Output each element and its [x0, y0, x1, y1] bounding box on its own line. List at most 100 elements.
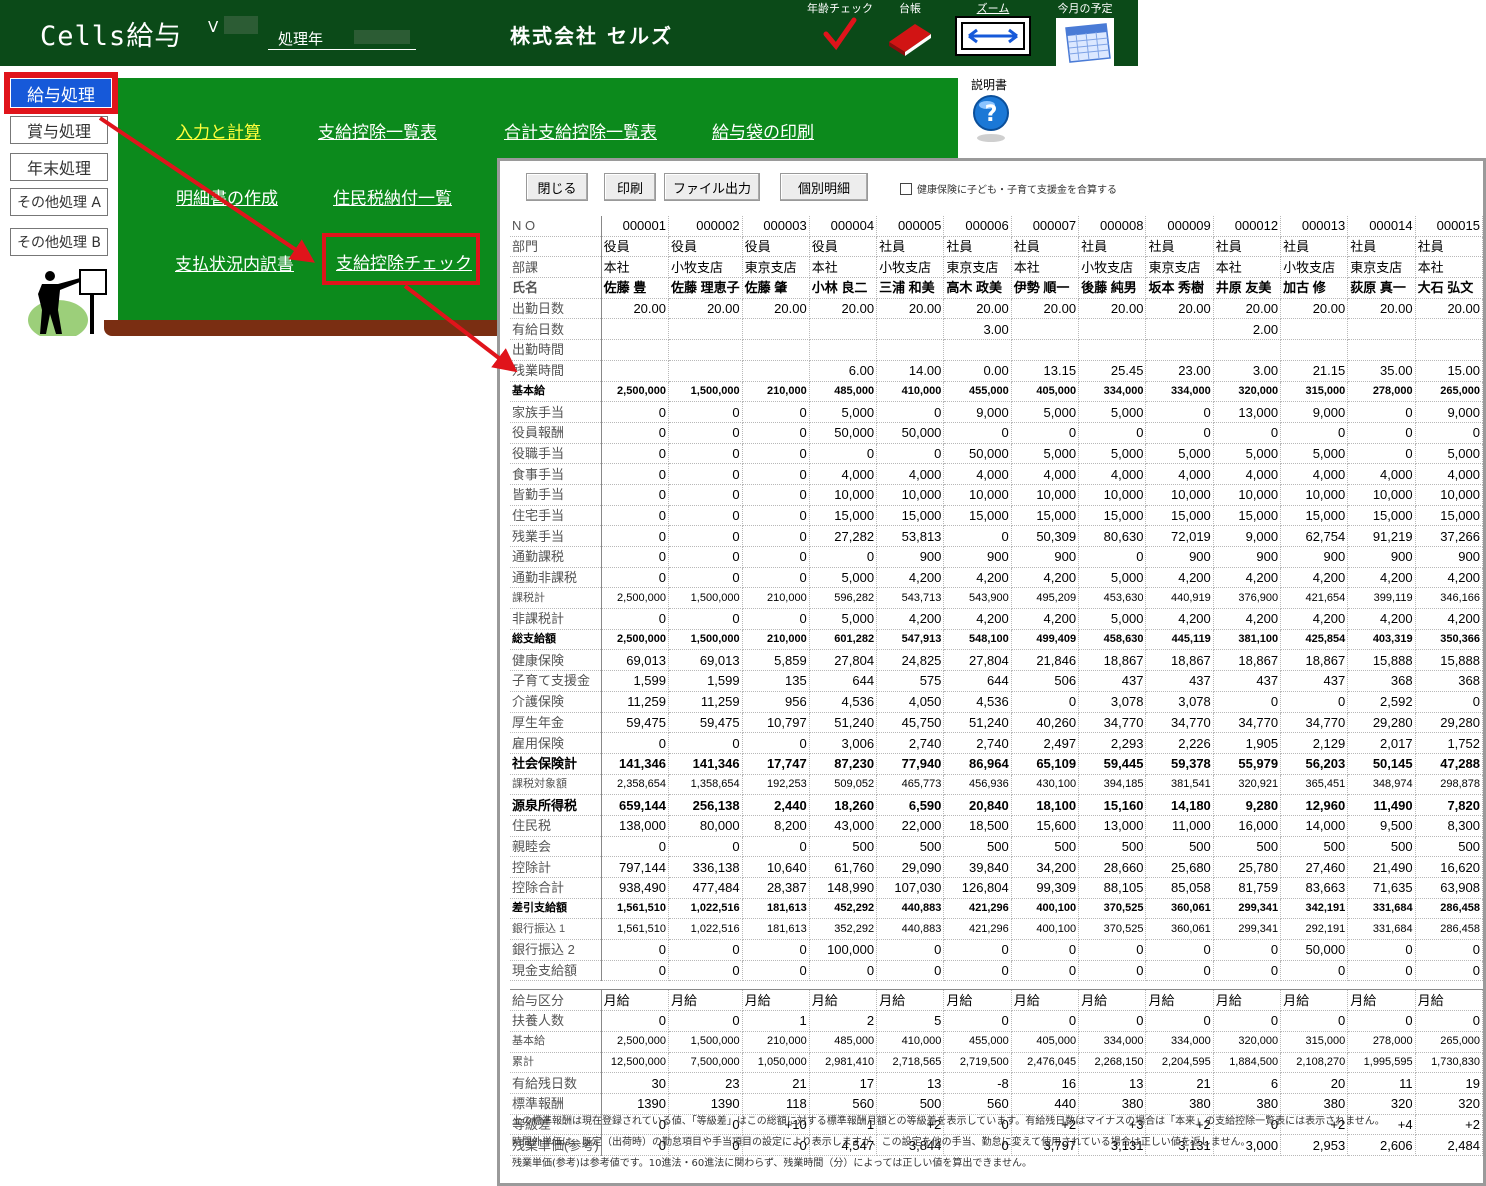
table-cell: 900 [876, 546, 945, 568]
print-button[interactable]: 印刷 [604, 173, 656, 201]
table-cell: 荻原 真一 [1347, 277, 1416, 299]
link-statement-create[interactable]: 明細書の作成 [176, 184, 278, 209]
table-cell: 0 [668, 960, 743, 982]
table-cell: 4,000 [1011, 463, 1080, 485]
table-cell: 405,000 [1011, 381, 1080, 403]
health-insurance-checkbox[interactable]: 健康保険に子ども・子育て支援金を合算する [900, 181, 1117, 196]
table-cell: 1,022,516 [668, 898, 743, 920]
table-cell: 135 [742, 670, 810, 692]
menu-other-a[interactable]: その他処理 A [10, 188, 108, 216]
menu-payroll[interactable]: 給与処理 [4, 72, 118, 114]
link-payment-check[interactable]: 支給控除チェック [336, 249, 472, 274]
table-cell: 0 [668, 401, 743, 423]
row-label: 家族手当 [510, 401, 602, 423]
table-cell: 12,500,000 [601, 1052, 669, 1074]
table-cell: 0 [1347, 960, 1416, 982]
table-cell: 286,458 [1415, 918, 1484, 941]
table-cell: 10,000 [1145, 484, 1214, 506]
table-cell: 18,100 [1011, 794, 1080, 816]
version-label: V [208, 18, 219, 36]
menu-bonus[interactable]: 賞与処理 [10, 116, 108, 144]
menu-other-b[interactable]: その他処理 B [10, 228, 108, 256]
table-cell: 47,288 [1415, 753, 1484, 775]
zoom-label: ズーム [976, 2, 1010, 15]
table-cell: 18,867 [1145, 649, 1214, 672]
link-payment-list[interactable]: 支給控除一覧表 [318, 118, 437, 143]
table-cell: 0 [876, 443, 945, 465]
table-row: 役職手当 0 0 0 0 0 50,000 5,000 5,000 5,000 5,000 5,000… [510, 443, 1484, 465]
row-label: 厚生年金 [510, 712, 602, 734]
age-check-button[interactable]: 年齢チェック [806, 0, 874, 56]
zoom-button[interactable]: ズーム [954, 0, 1032, 60]
table-cell: 000012 [1213, 216, 1282, 237]
link-input-calc[interactable]: 入力と計算 [176, 118, 261, 143]
table-cell: 000014 [1347, 216, 1416, 237]
table-cell: 381,541 [1145, 774, 1214, 796]
version-redacted [224, 16, 258, 34]
table-cell: 265,000 [1415, 381, 1484, 403]
monthly-schedule-button[interactable]: 今月の予定 [1052, 0, 1118, 72]
link-payment-status[interactable]: 支払状況内訳書 [175, 250, 294, 275]
table-cell: 本社 [809, 256, 878, 279]
table-cell: 59,445 [1078, 753, 1147, 775]
table-cell: 東京支店 [943, 256, 1012, 279]
table-cell: 0 [1078, 1010, 1147, 1032]
table-cell: 69,013 [601, 649, 669, 672]
table-row: 銀行振込 2 0 0 0 100,000 0 0 0 0 0 0 50,000 0 0 [510, 939, 1484, 961]
table-cell: 3.00 [943, 318, 1012, 341]
table-cell: 000003 [742, 216, 810, 237]
table-cell: 10,000 [876, 484, 945, 506]
table-cell: 伊勢 順一 [1011, 277, 1080, 299]
table-cell: 4,200 [1145, 608, 1214, 630]
table-cell: 1,561,510 [601, 918, 669, 941]
link-total-payment-list[interactable]: 合計支給控除一覧表 [504, 118, 657, 143]
table-cell: 月給 [1347, 989, 1416, 1012]
ledger-button[interactable]: 台帳 [884, 0, 936, 60]
table-cell: 107,030 [876, 877, 945, 899]
table-row: 扶養人数 0 0 1 2 5 0 0 0 0 0 0 0 0 [510, 1010, 1484, 1032]
table-cell: 4,000 [876, 463, 945, 485]
help-question-icon[interactable]: ? [972, 94, 1010, 144]
table-cell [1415, 318, 1484, 341]
file-export-button[interactable]: ファイル出力 [664, 173, 760, 201]
table-cell: 91,219 [1347, 525, 1416, 547]
table-cell: 0 [601, 525, 669, 547]
table-cell: 59,378 [1145, 753, 1214, 775]
table-cell: 0 [1415, 691, 1484, 713]
table-cell: 5,859 [742, 649, 810, 672]
table-cell: 2,718,565 [876, 1052, 945, 1074]
table-cell [668, 360, 743, 382]
table-cell: 本社 [1415, 256, 1484, 279]
table-cell: 0 [601, 505, 669, 527]
table-cell: 21 [1145, 1072, 1214, 1094]
individual-detail-button[interactable]: 個別明細 [780, 173, 868, 201]
table-cell: 320,000 [1213, 381, 1282, 403]
table-cell: 9,000 [1280, 401, 1349, 423]
table-cell: 5,000 [1145, 443, 1214, 465]
row-label: 非課税計 [510, 608, 602, 630]
table-cell: 4,200 [1213, 567, 1282, 589]
table-cell: 0 [742, 463, 810, 485]
table-cell: 210,000 [742, 587, 810, 610]
table-cell: 4,050 [876, 691, 945, 713]
close-button[interactable]: 閉じる [526, 173, 588, 201]
row-label: 親睦会 [510, 836, 602, 858]
table-cell: 278,000 [1347, 1031, 1416, 1053]
age-check-label: 年齢チェック [807, 2, 873, 15]
menu-year-end[interactable]: 年末処理 [10, 153, 108, 181]
table-cell: 63,908 [1415, 877, 1484, 899]
checkbox-box[interactable] [900, 182, 912, 195]
table-cell: 500 [1213, 836, 1282, 858]
table-cell: 社員 [943, 236, 1012, 258]
panel-shelf [104, 320, 504, 336]
table-cell: 0 [1213, 691, 1282, 713]
row-label: 役職手当 [510, 443, 602, 465]
link-envelope-print[interactable]: 給与袋の印刷 [712, 118, 814, 143]
table-cell: 81,759 [1213, 877, 1282, 899]
table-cell: 27,804 [809, 649, 878, 672]
table-cell [1011, 339, 1080, 361]
table-cell: 本社 [1213, 256, 1282, 279]
table-cell: 0 [668, 1010, 743, 1032]
row-label: 社会保険計 [510, 753, 602, 775]
link-residence-tax-list[interactable]: 住民税納付一覧 [333, 184, 452, 209]
